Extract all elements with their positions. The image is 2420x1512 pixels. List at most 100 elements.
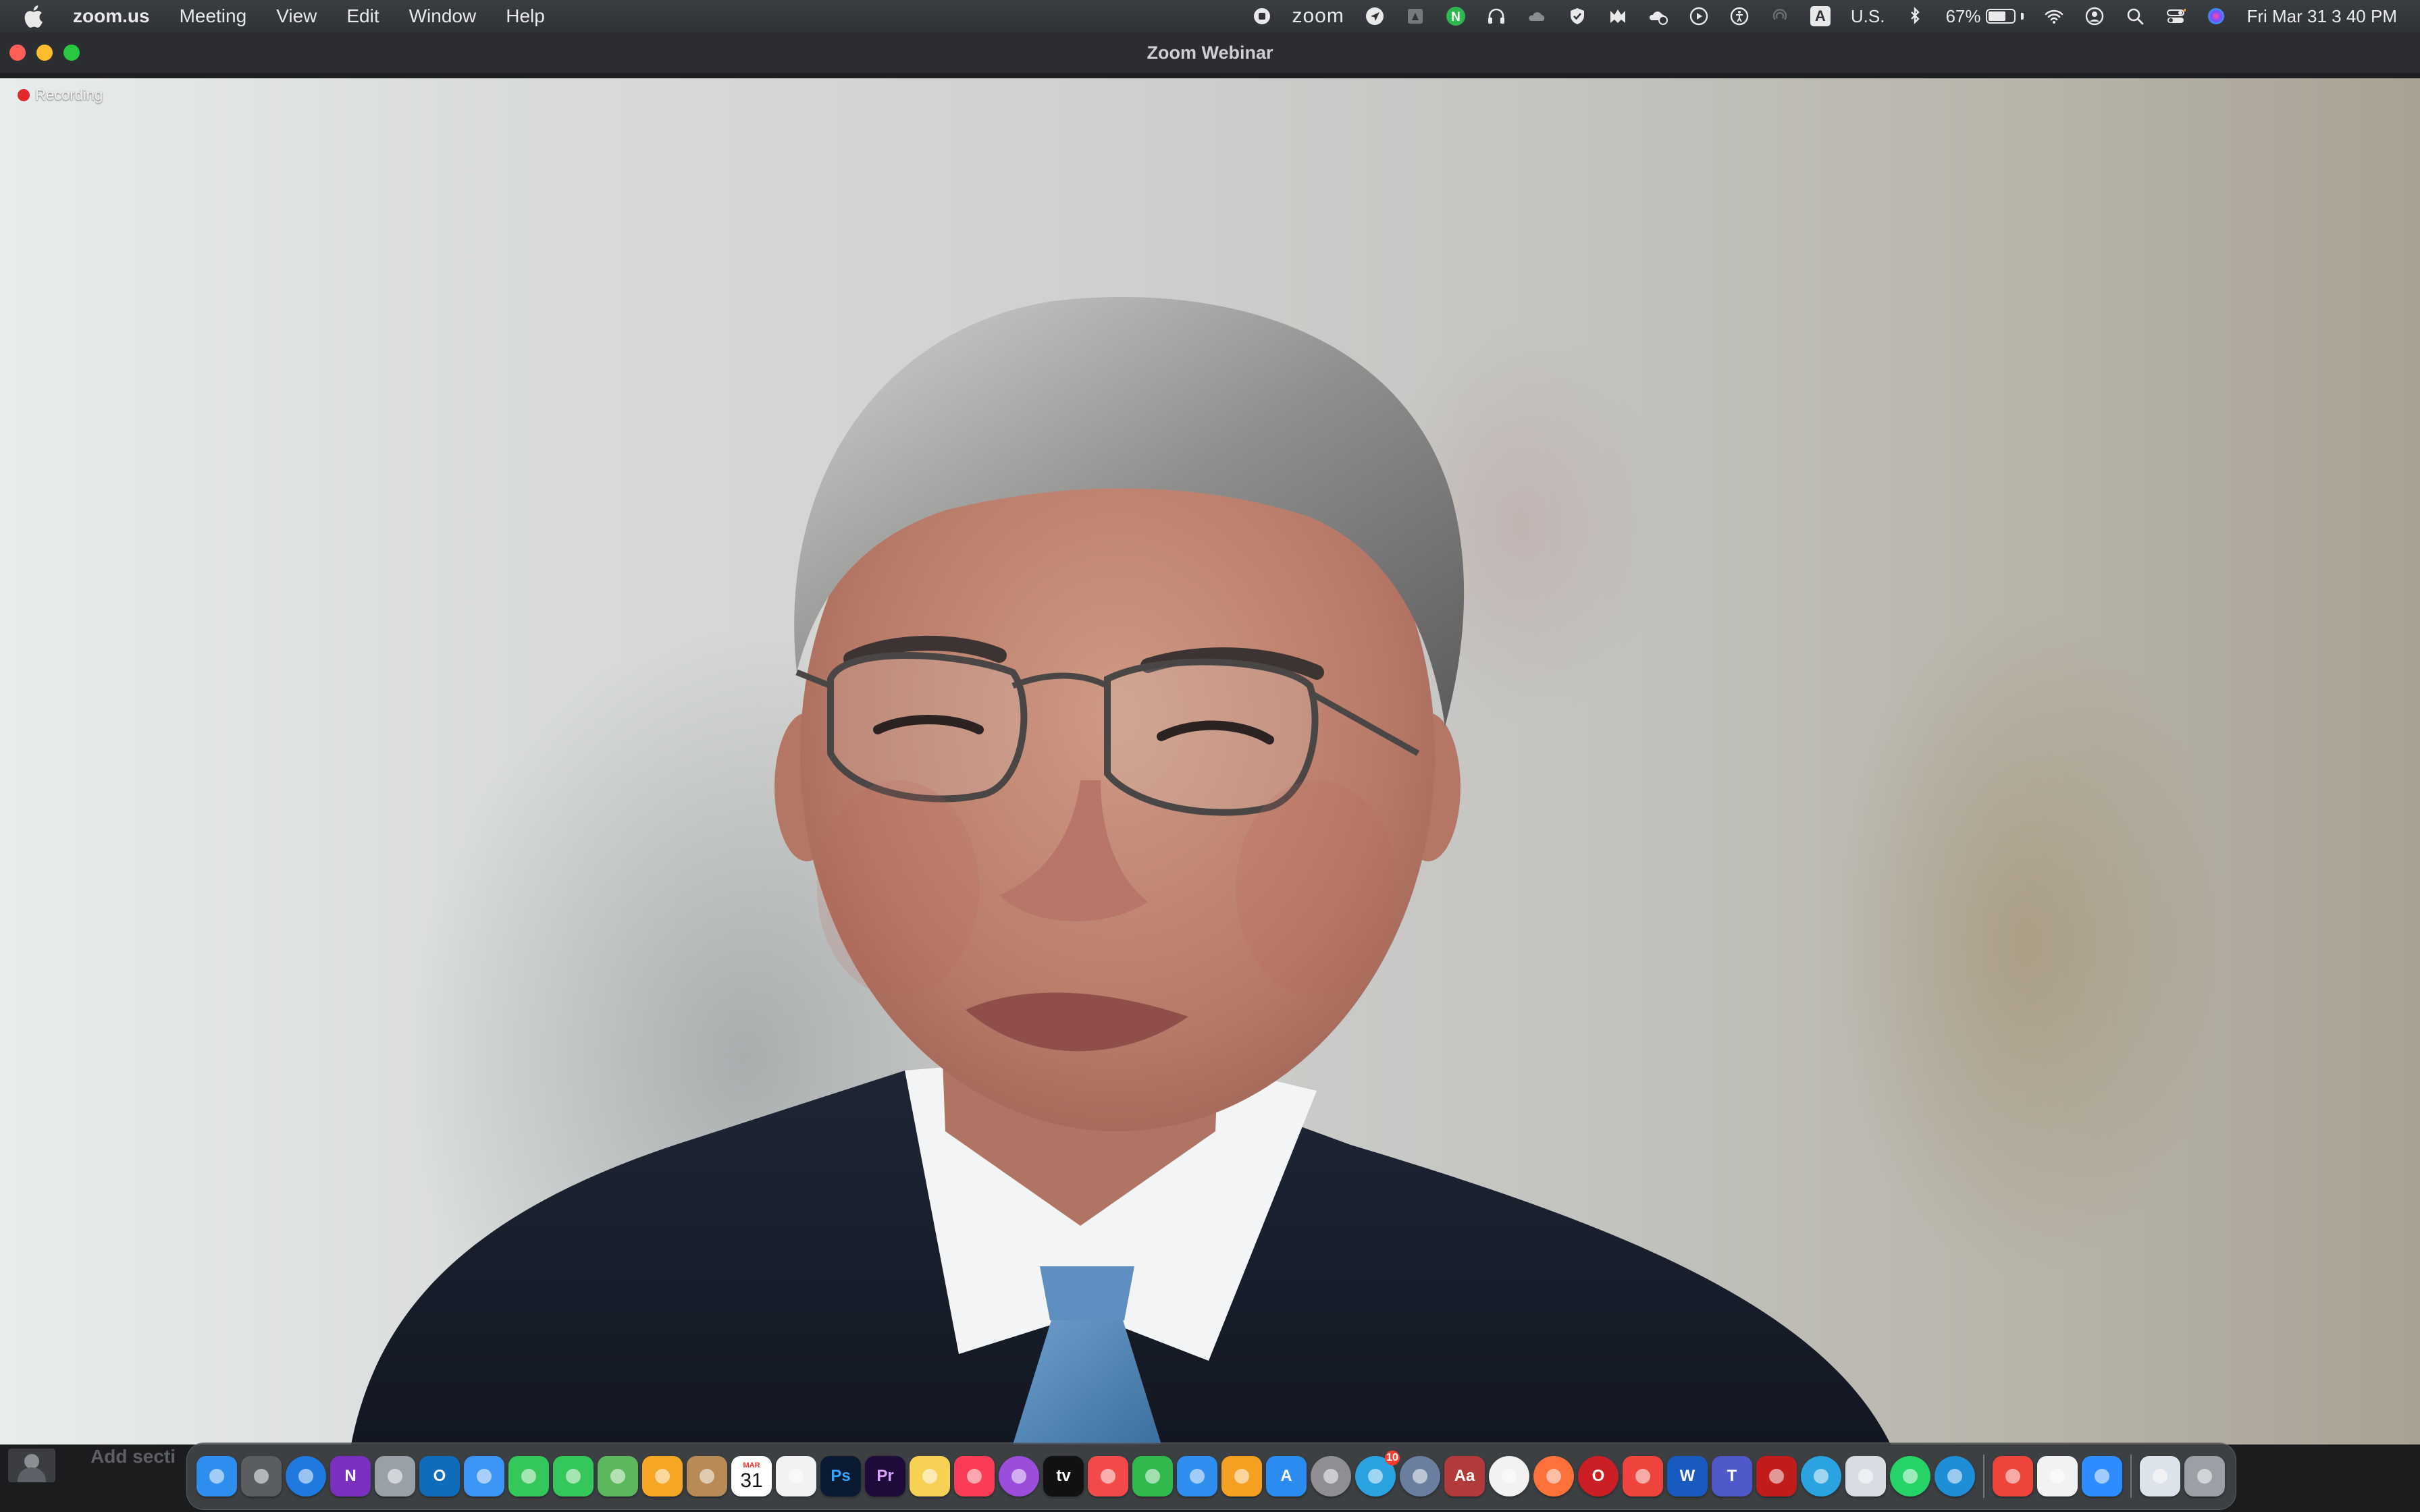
dock-apple-tv-label: tv <box>1056 1467 1071 1485</box>
dock-trash-icon[interactable] <box>2184 1456 2225 1496</box>
malwarebytes-icon[interactable] <box>1608 6 1628 26</box>
recording-label: Recording <box>35 86 103 103</box>
dock-telegram-2-icon[interactable] <box>1801 1456 1841 1496</box>
bluetooth-icon[interactable] <box>1905 6 1925 26</box>
section-thumbnail-avatar[interactable] <box>8 1449 55 1482</box>
dock-apple-tv-icon[interactable]: tv <box>1043 1456 1084 1496</box>
dock-podcasts-icon[interactable] <box>999 1456 1039 1496</box>
dock-reminders-icon[interactable] <box>776 1456 816 1496</box>
window-close-button[interactable] <box>9 45 26 61</box>
dock-mail-icon[interactable] <box>464 1456 504 1496</box>
wifi-icon[interactable] <box>2044 6 2064 26</box>
dock-whatsapp-icon[interactable] <box>1890 1456 1930 1496</box>
location-arrow-icon[interactable] <box>1365 6 1385 26</box>
dock-numbers-icon[interactable] <box>1132 1456 1173 1496</box>
dock-dictionary-label: Aa <box>1454 1467 1475 1485</box>
apple-menu-icon[interactable] <box>23 5 43 28</box>
menu-window[interactable]: Window <box>409 5 477 27</box>
n-app-icon[interactable]: N <box>1446 6 1466 26</box>
dock-app-store-label: A <box>1280 1467 1292 1485</box>
cloud-speed-icon[interactable] <box>1527 6 1547 26</box>
dock-anydesk-icon[interactable] <box>1623 1456 1663 1496</box>
dock-launchpad-icon[interactable] <box>375 1456 415 1496</box>
dock-separator <box>2130 1455 2132 1498</box>
recording-dot-icon <box>18 89 30 101</box>
dock-chrome-icon[interactable] <box>1489 1456 1529 1496</box>
menu-edit[interactable]: Edit <box>346 5 379 27</box>
keyboard-layout-label[interactable]: U.S. <box>1851 6 1885 27</box>
menu-bar: zoom.us Meeting View Edit Window Help zo… <box>0 0 2420 32</box>
add-section-label[interactable]: Add secti <box>90 1446 176 1467</box>
record-stop-icon[interactable] <box>1252 6 1272 26</box>
dock-facetime-icon[interactable] <box>508 1456 549 1496</box>
speaker-figure <box>351 296 1891 1444</box>
calendar-day: 31 <box>740 1469 763 1492</box>
user-account-icon[interactable] <box>2084 6 2105 26</box>
dock-finder-icon[interactable] <box>196 1456 237 1496</box>
dock-teams-icon[interactable]: T <box>1712 1456 1752 1496</box>
dock-firefox-icon[interactable] <box>1533 1456 1574 1496</box>
dock-messages-icon[interactable] <box>553 1456 594 1496</box>
dock-zoom-icon[interactable] <box>2082 1456 2122 1496</box>
menu-view[interactable]: View <box>276 5 317 27</box>
dock-notes-icon[interactable] <box>910 1456 950 1496</box>
dock-system-settings-icon[interactable] <box>1311 1456 1351 1496</box>
zoom-status-label[interactable]: zoom <box>1292 5 1344 28</box>
battery-icon <box>1986 9 2016 24</box>
dock-edge-icon[interactable] <box>1935 1456 1975 1496</box>
dock-photos-icon[interactable] <box>642 1456 683 1496</box>
shield-check-icon[interactable] <box>1567 6 1587 26</box>
accessibility-icon[interactable] <box>1729 6 1750 26</box>
dock-acrobat-icon[interactable] <box>1756 1456 1797 1496</box>
window-title: Zoom Webinar <box>1147 42 1273 63</box>
airdrop-icon[interactable] <box>1770 6 1790 26</box>
drive-icon[interactable] <box>1405 6 1425 26</box>
dock-calendar-icon[interactable]: MAR 31 <box>731 1456 772 1496</box>
dock-news-icon[interactable] <box>1088 1456 1128 1496</box>
dock-contacts-icon[interactable] <box>687 1456 727 1496</box>
siri-icon[interactable] <box>2206 6 2226 26</box>
keyboard-input-icon[interactable]: A <box>1810 6 1831 26</box>
dock-photoshop-icon[interactable]: Ps <box>820 1456 861 1496</box>
dock-teams-label: T <box>1727 1467 1737 1485</box>
svg-text:N: N <box>1451 10 1461 24</box>
dock-preview-icon[interactable] <box>1845 1456 1886 1496</box>
headphones-icon[interactable] <box>1486 6 1506 26</box>
window-minimize-button[interactable] <box>36 45 53 61</box>
menu-clock[interactable]: Fri Mar 31 3 40 PM <box>2246 6 2397 27</box>
dock-screenshot-icon[interactable] <box>241 1456 282 1496</box>
dock-premiere-icon[interactable]: Pr <box>865 1456 905 1496</box>
menu-app-name[interactable]: zoom.us <box>73 5 150 27</box>
dock-anydesk-2-icon[interactable] <box>1993 1456 2033 1496</box>
control-center-icon[interactable] <box>2165 6 2186 26</box>
spotlight-search-icon[interactable] <box>2125 6 2145 26</box>
dock-maps-icon[interactable] <box>598 1456 638 1496</box>
dock-app-store-icon[interactable]: A <box>1266 1456 1307 1496</box>
battery-status[interactable]: 67% <box>1945 6 2024 27</box>
dock-opera-label: O <box>1592 1467 1605 1485</box>
dock-opera-icon[interactable]: O <box>1578 1456 1619 1496</box>
dock-safari-icon[interactable] <box>286 1456 326 1496</box>
dock-music-icon[interactable] <box>954 1456 995 1496</box>
cloud-sync-icon[interactable] <box>1648 6 1668 26</box>
menu-meeting[interactable]: Meeting <box>180 5 247 27</box>
dock-keynote-icon[interactable] <box>1177 1456 1217 1496</box>
speaker-video[interactable]: Recording <box>0 78 2420 1444</box>
dock-pages-icon[interactable] <box>1221 1456 1262 1496</box>
play-circle-icon[interactable] <box>1689 6 1709 26</box>
dock-dictionary-icon[interactable]: Aa <box>1444 1456 1485 1496</box>
dock-outlook-icon[interactable]: O <box>419 1456 460 1496</box>
window-toolbar-edge <box>0 73 2420 78</box>
dock-preview-search-icon[interactable] <box>1400 1456 1440 1496</box>
dock-word-icon[interactable]: W <box>1667 1456 1708 1496</box>
battery-percent-label: 67% <box>1945 5 1981 26</box>
dock-onenote-icon[interactable]: N <box>330 1456 371 1496</box>
menu-help[interactable]: Help <box>506 5 545 27</box>
dock-photoshop-label: Ps <box>831 1467 851 1485</box>
dock-word-label: W <box>1679 1467 1695 1485</box>
dock-screenshot-folder-icon[interactable] <box>2140 1456 2180 1496</box>
window-fullscreen-button[interactable] <box>63 45 80 61</box>
calendar-month: MAR <box>743 1461 760 1469</box>
dock-google-drive-icon[interactable] <box>2037 1456 2078 1496</box>
dock-telegram-icon[interactable]: 10 <box>1355 1451 1400 1496</box>
